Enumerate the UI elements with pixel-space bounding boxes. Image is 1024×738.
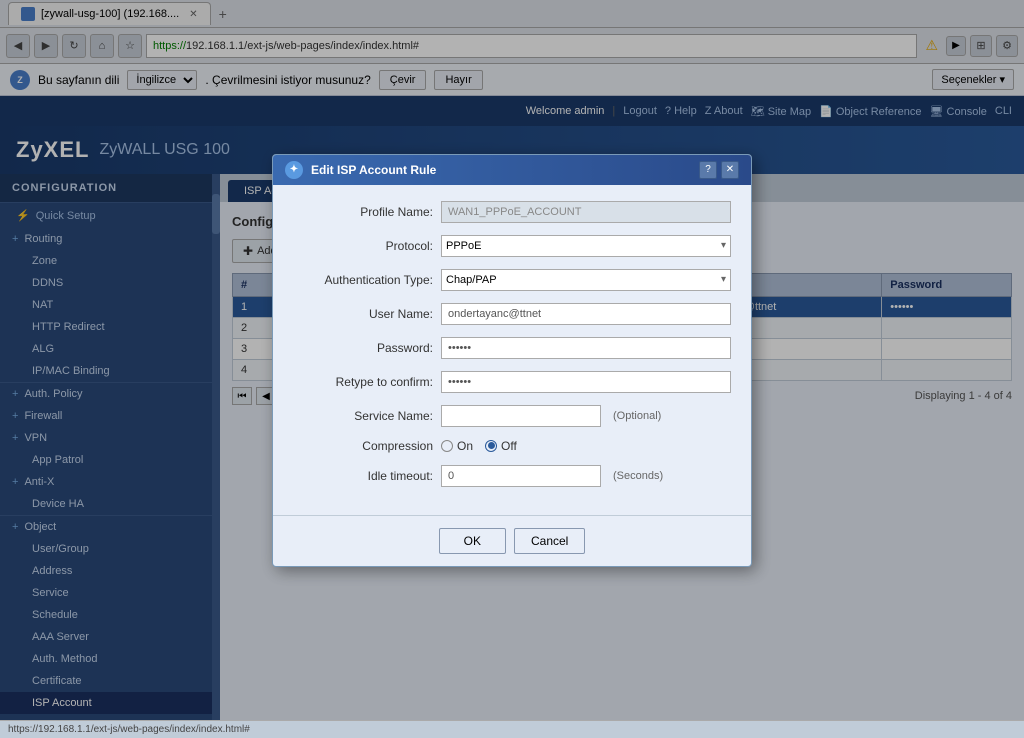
compression-radio-group: On Off: [441, 439, 517, 453]
auth-type-select[interactable]: Chap/PAP ▾: [441, 269, 731, 291]
profile-name-label: Profile Name:: [293, 205, 433, 219]
modal-header: ✦ Edit ISP Account Rule ? ✕: [273, 155, 751, 185]
cancel-button[interactable]: Cancel: [514, 528, 585, 554]
modal-overlay: ✦ Edit ISP Account Rule ? ✕ Profile Name…: [0, 0, 1024, 720]
profile-name-row: Profile Name:: [293, 201, 731, 223]
username-input[interactable]: [441, 303, 731, 325]
password-row: Password:: [293, 337, 731, 359]
chevron-down-icon: ▾: [721, 274, 726, 285]
profile-name-input[interactable]: [441, 201, 731, 223]
protocol-select[interactable]: PPPoE ▾: [441, 235, 731, 257]
compression-on-radio[interactable]: [441, 440, 453, 452]
edit-isp-account-modal: ✦ Edit ISP Account Rule ? ✕ Profile Name…: [272, 154, 752, 567]
auth-type-row: Authentication Type: Chap/PAP ▾: [293, 269, 731, 291]
modal-body: Profile Name: Protocol: PPPoE ▾ Authenti…: [273, 185, 751, 515]
seconds-label: (Seconds): [613, 470, 663, 482]
status-bar: https://192.168.1.1/ext-js/web-pages/ind…: [0, 720, 1024, 738]
protocol-value: PPPoE: [446, 240, 481, 252]
status-url: https://192.168.1.1/ext-js/web-pages/ind…: [8, 724, 250, 735]
auth-type-label: Authentication Type:: [293, 273, 433, 287]
modal-header-buttons: ? ✕: [699, 161, 739, 179]
modal-close-btn[interactable]: ✕: [721, 161, 739, 179]
protocol-row: Protocol: PPPoE ▾: [293, 235, 731, 257]
retype-row: Retype to confirm:: [293, 371, 731, 393]
service-name-label: Service Name:: [293, 409, 433, 423]
password-label: Password:: [293, 341, 433, 355]
compression-row: Compression On Off: [293, 439, 731, 453]
password-input[interactable]: [441, 337, 731, 359]
modal-title: Edit ISP Account Rule: [311, 163, 436, 177]
username-label: User Name:: [293, 307, 433, 321]
compression-off-label[interactable]: Off: [485, 439, 517, 453]
modal-help-btn[interactable]: ?: [699, 161, 717, 179]
auth-type-value: Chap/PAP: [446, 274, 497, 286]
protocol-label: Protocol:: [293, 239, 433, 253]
compression-label: Compression: [293, 439, 433, 453]
retype-label: Retype to confirm:: [293, 375, 433, 389]
optional-text: (Optional): [613, 410, 661, 422]
idle-timeout-input[interactable]: [441, 465, 601, 487]
service-name-row: Service Name: (Optional): [293, 405, 731, 427]
compression-off-radio[interactable]: [485, 440, 497, 452]
service-name-input[interactable]: [441, 405, 601, 427]
compression-on-label[interactable]: On: [441, 439, 473, 453]
username-row: User Name:: [293, 303, 731, 325]
modal-footer: OK Cancel: [273, 515, 751, 566]
chevron-down-icon: ▾: [721, 240, 726, 251]
modal-icon: ✦: [285, 161, 303, 179]
retype-input[interactable]: [441, 371, 731, 393]
ok-button[interactable]: OK: [439, 528, 506, 554]
idle-timeout-row: Idle timeout: (Seconds): [293, 465, 731, 487]
idle-timeout-label: Idle timeout:: [293, 469, 433, 483]
